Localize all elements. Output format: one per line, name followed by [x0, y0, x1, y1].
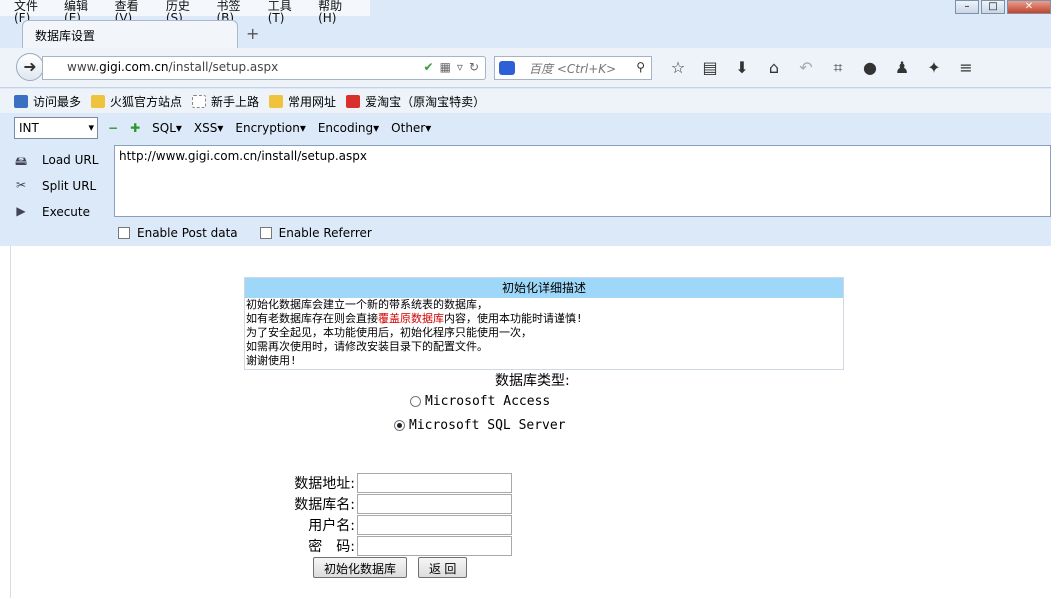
execute-button[interactable]: ▶ Execute: [12, 199, 98, 225]
search-icon[interactable]: ⚲: [636, 60, 645, 74]
split-url-button[interactable]: ✂ Split URL: [12, 173, 98, 199]
db-type-label: 数据库类型:: [495, 373, 570, 389]
new-tab-button[interactable]: +: [246, 24, 259, 43]
bookmark-firefox-site[interactable]: 火狐官方站点: [91, 93, 182, 110]
access-radio[interactable]: [410, 396, 421, 407]
decrease-icon[interactable]: −: [108, 121, 118, 135]
search-placeholder: 百度 <Ctrl+K>: [529, 62, 617, 76]
menu-icon[interactable]: ≡: [950, 58, 982, 78]
description-text: 初始化数据库会建立一个新的带系统表的数据库， 如有老数据库存在则会直接覆盖原数据…: [246, 298, 583, 367]
sql-menu[interactable]: SQL▾: [152, 121, 182, 135]
menu-help[interactable]: 帮助(H): [318, 0, 356, 24]
page-icon: [192, 94, 207, 108]
bookmark-getting-started[interactable]: 新手上路: [192, 93, 259, 110]
window-controls: – □ ✕: [953, 0, 1051, 14]
option-access[interactable]: Microsoft Access: [410, 394, 550, 409]
password-input[interactable]: [357, 535, 512, 556]
bookmark-star-icon[interactable]: ☆: [662, 58, 694, 78]
toolbar-icons: ☆ ▤ ⬇ ⌂ ↶ ⌗ ● ♟ ✦ ≡: [662, 58, 982, 78]
split-url-icon: ✂: [15, 178, 27, 192]
connection-form: 数据地址: 数据库名: 用户名: 密 码:: [275, 472, 512, 556]
username-input[interactable]: [357, 514, 512, 535]
server-input[interactable]: [357, 472, 512, 493]
hackbar-panel: INT − ✚ SQL▾ XSS▾ Encryption▾ Encoding▾ …: [0, 113, 1051, 246]
address-bar[interactable]: www.gigi.com.cn/install/setup.aspx ✔ ▦ ▿…: [42, 56, 486, 80]
url-path: /install/setup.aspx: [168, 60, 279, 74]
bookmark-common-sites[interactable]: 常用网址: [269, 93, 336, 110]
tab-database-setup[interactable]: 数据库设置: [22, 20, 238, 48]
increase-icon[interactable]: ✚: [130, 121, 140, 135]
shield-icon[interactable]: ✔: [424, 60, 434, 74]
menu-bookmarks[interactable]: 书签(B): [216, 0, 253, 24]
reload-icon[interactable]: ↻: [469, 60, 479, 74]
reader-icon[interactable]: ▤: [694, 58, 726, 78]
crop-icon[interactable]: ⌗: [822, 58, 854, 78]
other-menu[interactable]: Other▾: [391, 121, 431, 135]
browser-chrome: 文件(F) 编辑(E) 查看(V) 历史(S) 书签(B) 工具(T) 帮助(H…: [0, 0, 1051, 246]
home-icon[interactable]: ⌂: [758, 58, 790, 78]
server-label: 数据地址:: [294, 475, 355, 492]
menu-bar: 文件(F) 编辑(E) 查看(V) 历史(S) 书签(B) 工具(T) 帮助(H…: [0, 0, 370, 24]
description-box: 初始化详细描述 初始化数据库会建立一个新的带系统表的数据库， 如有老数据库存在则…: [244, 277, 844, 370]
enable-post-checkbox[interactable]: [118, 227, 130, 239]
load-url-button[interactable]: 🖴 Load URL: [12, 147, 98, 173]
username-label: 用户名:: [308, 517, 355, 534]
sql-server-radio[interactable]: [394, 420, 405, 431]
bookmarks-bar: 访问最多 火狐官方站点 新手上路 常用网址 爱淘宝（原淘宝特卖）: [0, 89, 1051, 113]
type-select[interactable]: INT: [14, 117, 98, 139]
extension-icon[interactable]: ✦: [918, 58, 950, 78]
hackbar-menu: − ✚ SQL▾ XSS▾ Encryption▾ Encoding▾ Othe…: [108, 121, 443, 135]
menu-view[interactable]: 查看(V): [115, 0, 152, 24]
enable-referrer-checkbox[interactable]: [259, 227, 272, 239]
hackbar-url-textarea[interactable]: http://www.gigi.com.cn/install/setup.asp…: [114, 145, 1051, 217]
enable-referrer-label: Enable Referrer: [278, 226, 372, 240]
back-page-button[interactable]: 返 回: [418, 557, 468, 578]
load-url-icon: 🖴: [14, 154, 28, 168]
back-arrow-icon: ➜: [23, 57, 37, 76]
tab-title: 数据库设置: [35, 29, 96, 43]
magnifier-icon: [14, 94, 28, 108]
dbname-input[interactable]: [357, 493, 512, 514]
baidu-icon[interactable]: [499, 61, 515, 75]
back-button[interactable]: ➜: [16, 53, 44, 81]
folder-icon: [91, 94, 106, 108]
option-sql-server[interactable]: Microsoft SQL Server: [394, 418, 566, 433]
form-buttons: 初始化数据库 返 回: [313, 557, 468, 578]
download-icon[interactable]: ⬇: [726, 58, 758, 78]
url-host: gigi.com.cn: [99, 60, 169, 74]
maximize-button[interactable]: □: [981, 0, 1005, 14]
menu-history[interactable]: 历史(S): [166, 0, 203, 24]
dbname-label: 数据库名:: [294, 496, 355, 513]
url-prefix: www.: [67, 60, 100, 74]
taobao-icon: [346, 94, 361, 108]
enable-post-label: Enable Post data: [137, 226, 238, 240]
execute-icon: ▶: [16, 204, 26, 218]
chat-icon[interactable]: ●: [854, 58, 886, 78]
encoding-menu[interactable]: Encoding▾: [318, 121, 379, 135]
navigation-bar: ➜ www.gigi.com.cn/install/setup.aspx ✔ ▦…: [0, 48, 1051, 88]
qr-code-icon[interactable]: ▦: [440, 60, 451, 74]
user-icon[interactable]: ♟: [886, 58, 918, 78]
bookmark-most-visited[interactable]: 访问最多: [14, 93, 81, 110]
folder-icon: [269, 94, 284, 108]
warning-text: 覆盖原数据库: [378, 312, 444, 325]
menu-edit[interactable]: 编辑(E): [64, 0, 101, 24]
init-database-button[interactable]: 初始化数据库: [313, 557, 408, 578]
close-button[interactable]: ✕: [1007, 0, 1051, 14]
search-box[interactable]: 百度 <Ctrl+K> ⚲: [494, 56, 652, 80]
description-title: 初始化详细描述: [245, 278, 843, 298]
password-label: 密 码:: [308, 538, 355, 555]
undo-icon[interactable]: ↶: [790, 58, 822, 78]
hackbar-actions: 🖴 Load URL ✂ Split URL ▶ Execute: [12, 147, 98, 225]
xss-menu[interactable]: XSS▾: [194, 121, 223, 135]
menu-tools[interactable]: 工具(T): [268, 0, 304, 24]
hackbar-options: Enable Post data Enable Referrer: [118, 226, 372, 240]
minimize-button[interactable]: –: [955, 0, 979, 14]
menu-file[interactable]: 文件(F): [14, 0, 50, 24]
dropdown-icon[interactable]: ▿: [457, 60, 463, 74]
encryption-menu[interactable]: Encryption▾: [235, 121, 305, 135]
page-content: 初始化详细描述 初始化数据库会建立一个新的带系统表的数据库， 如有老数据库存在则…: [10, 246, 1051, 598]
bookmark-aitaobao[interactable]: 爱淘宝（原淘宝特卖）: [346, 93, 485, 110]
